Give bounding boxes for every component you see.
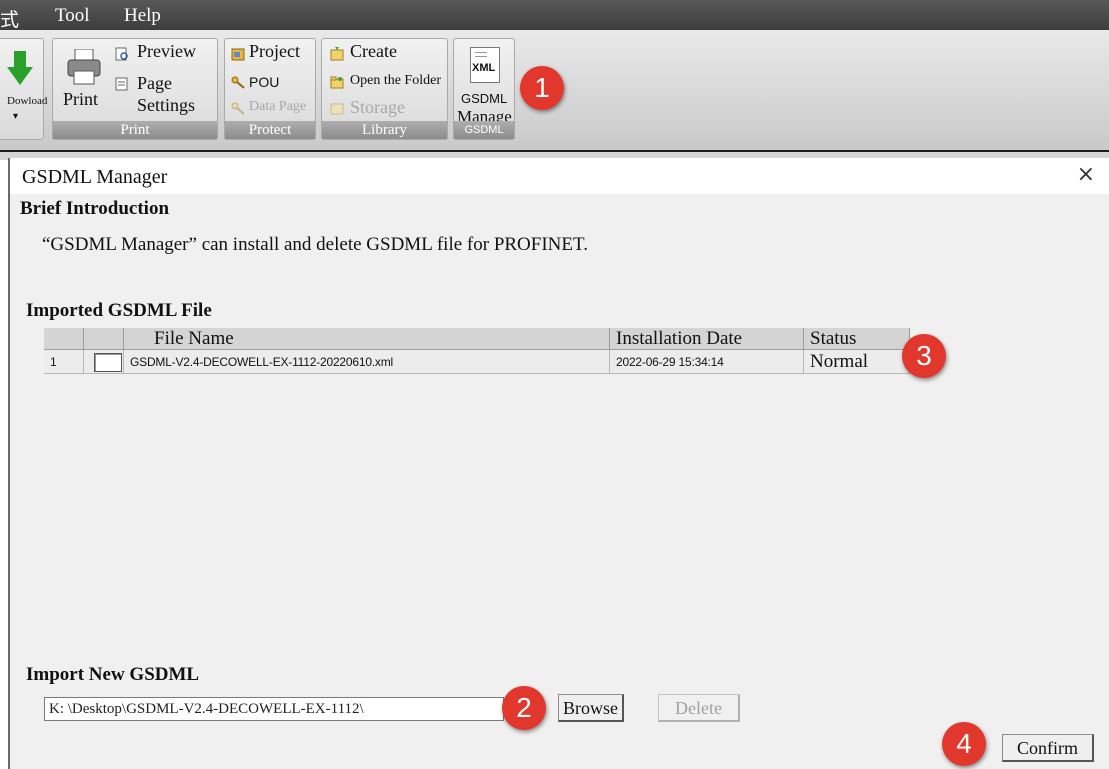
dialog-content: Brief Introduction “GSDML Manager” can i… <box>10 194 1109 769</box>
gsdml-path-input[interactable] <box>44 697 504 721</box>
browse-button[interactable]: Browse <box>558 694 624 722</box>
preview-label[interactable]: Preview <box>137 41 196 62</box>
column-header-index <box>44 328 84 350</box>
row-file-name: GSDML-V2.4-DECOWELL-EX-1112-20220610.xml <box>124 350 610 374</box>
storage-label: Storage <box>350 97 405 117</box>
library-group-label: Library <box>322 121 447 139</box>
preview-icon <box>115 47 128 61</box>
row-index: 1 <box>44 350 84 374</box>
column-header-select <box>84 328 124 350</box>
download-dropdown-icon[interactable]: ▾ <box>13 111 18 122</box>
xml-icon-text: XML <box>472 62 496 74</box>
page-settings-icon <box>115 77 128 91</box>
confirm-button[interactable]: Confirm <box>1002 734 1094 762</box>
column-header-installation-date[interactable]: Installation Date <box>610 328 804 350</box>
print-button-label[interactable]: Print <box>63 89 98 110</box>
create-label[interactable]: Create <box>350 41 397 62</box>
delete-button[interactable]: Delete <box>658 694 740 722</box>
gsdml-manage-line1[interactable]: GSDML <box>461 91 507 106</box>
pou-label[interactable]: POU <box>249 74 279 90</box>
protect-group-label: Protect <box>225 121 315 139</box>
protect-group: Project POU Data Page Protect <box>224 38 316 140</box>
gsdml-manager-dialog: GSDML Manager × Brief Introduction “GSDM… <box>8 158 1109 769</box>
dialog-title: GSDML Manager <box>22 166 168 188</box>
download-group: Dowload ▾ <box>0 38 47 140</box>
xml-file-icon[interactable]: XML <box>470 47 500 83</box>
column-header-file-name[interactable]: File Name <box>124 328 610 350</box>
download-arrow-icon[interactable] <box>7 51 33 87</box>
menu-bar: 式 Tool Help <box>0 0 1109 32</box>
print-group-label: Print <box>53 121 217 139</box>
open-folder-icon <box>330 76 344 89</box>
imported-gsdml-table: File Name Installation Date Status 1 GSD… <box>44 328 910 376</box>
settings-label[interactable]: Settings <box>137 95 195 116</box>
data-page-label: Data Page <box>249 99 307 114</box>
page-label[interactable]: Page <box>137 73 172 94</box>
menu-item-help[interactable]: Help <box>124 5 161 27</box>
row-status: Normal <box>804 350 910 374</box>
dialog-titlebar: GSDML Manager × <box>10 158 1109 194</box>
row-checkbox[interactable] <box>94 353 122 372</box>
import-new-gsdml-heading: Import New GSDML <box>26 664 200 685</box>
callout-badge-4: 4 <box>942 722 986 766</box>
brief-introduction-text: “GSDML Manager” can install and delete G… <box>42 234 588 255</box>
gsdml-group: XML GSDML Manage GSDML <box>453 38 515 140</box>
callout-badge-1: 1 <box>520 66 564 110</box>
project-label[interactable]: Project <box>249 41 300 62</box>
open-folder-label[interactable]: Open the Folder <box>350 73 441 89</box>
print-group: Print Preview Page Settings Print <box>52 38 218 140</box>
brief-introduction-heading: Brief Introduction <box>20 198 170 219</box>
row-installation-date: 2022-06-29 15:34:14 <box>610 350 804 374</box>
library-group: Create Open the Folder Storage Library <box>321 38 448 140</box>
close-icon[interactable]: × <box>1077 162 1095 187</box>
storage-icon <box>330 103 344 115</box>
printer-icon[interactable] <box>67 49 101 85</box>
project-key-icon <box>231 48 245 61</box>
pou-key-icon <box>231 76 245 89</box>
callout-badge-3: 3 <box>902 334 946 378</box>
menu-item-tool[interactable]: Tool <box>55 5 90 27</box>
create-icon <box>330 47 344 61</box>
column-header-status[interactable]: Status <box>804 328 910 350</box>
gsdml-group-label: GSDML <box>454 121 514 139</box>
imported-gsdml-heading: Imported GSDML File <box>26 300 212 321</box>
callout-badge-2: 2 <box>502 686 546 730</box>
menu-item-partial[interactable]: 式 <box>0 5 19 32</box>
data-page-key-icon <box>231 102 245 115</box>
download-label[interactable]: Dowload <box>7 95 47 107</box>
row-select-cell <box>84 350 124 374</box>
